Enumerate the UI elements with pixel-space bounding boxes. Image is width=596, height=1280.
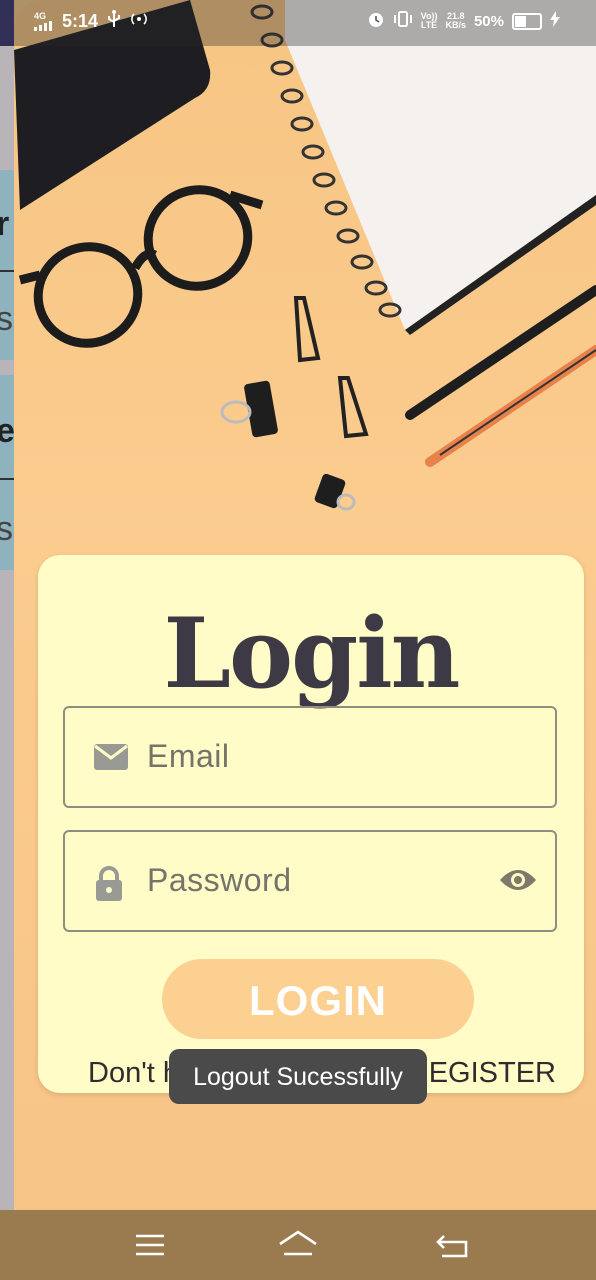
eye-icon[interactable]: [499, 866, 537, 899]
volte-indicator: Vo)) LTE: [420, 11, 438, 30]
menu-icon[interactable]: [130, 1228, 170, 1262]
lock-icon: [93, 866, 125, 907]
password-field[interactable]: Password: [63, 830, 557, 932]
page-title: Login: [163, 597, 461, 710]
desk-background-image: [14, 0, 596, 511]
home-icon[interactable]: [278, 1228, 318, 1262]
usb-icon: [106, 10, 122, 33]
battery-percent: 50%: [473, 12, 504, 30]
navigation-bar: [0, 1210, 596, 1280]
charging-icon: [550, 11, 560, 31]
register-prompt: Don't h: [88, 1057, 179, 1089]
register-link[interactable]: REGISTER: [408, 1057, 556, 1090]
vibrate-icon: [393, 10, 413, 32]
battery-icon: [512, 12, 542, 30]
mail-icon: [93, 742, 129, 777]
password-placeholder: Password: [147, 862, 292, 898]
clock: 5:14: [62, 11, 99, 31]
email-placeholder: Email: [147, 738, 230, 774]
email-field[interactable]: Email: [63, 706, 557, 808]
alarm-icon: [367, 10, 385, 32]
login-button-label: LOGIN: [249, 977, 387, 1024]
login-card: Login Email Password LOGIN Don't h REGIS…: [38, 555, 584, 1093]
signal-icon: 4G: [34, 12, 54, 31]
toast-message: Logout Sucessfully: [169, 1049, 427, 1104]
status-bar: 4G 5:14 Vo)) LTE 21.8 KB/s 50%: [0, 0, 596, 46]
phone-screen: r s e s 4G 5:14 Vo)) LTE 21.8 KB/s 50% L…: [0, 0, 596, 1280]
hotspot-icon: [130, 10, 148, 33]
network-speed: 21.8 KB/s: [445, 11, 466, 30]
login-button[interactable]: LOGIN: [162, 959, 474, 1039]
back-icon[interactable]: [434, 1228, 474, 1262]
